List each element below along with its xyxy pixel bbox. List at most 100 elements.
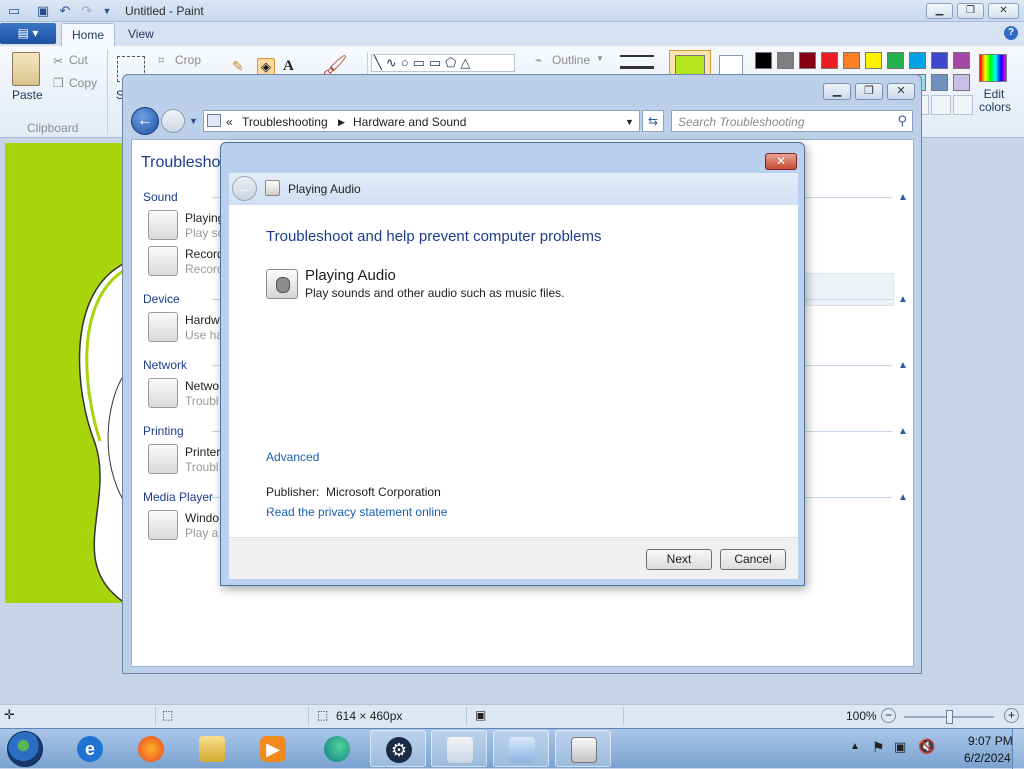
speaker-icon[interactable] — [148, 210, 178, 240]
show-hidden-icons-button[interactable]: ▲ — [850, 741, 860, 752]
custom-color-slot[interactable] — [931, 95, 951, 115]
breadcrumb-separator-icon[interactable]: ▶ — [338, 117, 345, 128]
palette-swatch[interactable] — [865, 52, 882, 69]
recent-pages-dropdown-icon[interactable]: ▼ — [189, 116, 198, 126]
taskbar-media-player[interactable]: ▶ — [245, 730, 301, 767]
tab-home[interactable]: Home — [61, 23, 116, 46]
media-player-icon[interactable] — [148, 510, 178, 540]
paint-close-button[interactable]: ✕ — [988, 3, 1019, 19]
outline-icon[interactable]: ⌁ — [535, 53, 542, 67]
palette-swatch[interactable] — [931, 74, 948, 91]
palette-swatch[interactable] — [953, 52, 970, 69]
palette-swatch[interactable] — [953, 74, 970, 91]
breadcrumb-troubleshooting[interactable]: Troubleshooting — [242, 115, 328, 129]
palette-swatch[interactable] — [799, 52, 816, 69]
taskbar-file-explorer[interactable] — [184, 730, 240, 767]
paint-canvas[interactable] — [5, 143, 125, 603]
collapse-chevron-icon[interactable]: ▲ — [898, 492, 908, 503]
cancel-button[interactable]: Cancel — [720, 549, 786, 570]
palette-swatch[interactable] — [777, 52, 794, 69]
breadcrumb-hardware-and-sound[interactable]: Hardware and Sound — [353, 115, 466, 129]
refresh-button[interactable]: ⇆ — [642, 110, 664, 132]
cut-button[interactable]: Cut — [69, 53, 88, 67]
hardware-device-icon[interactable] — [148, 312, 178, 342]
zoom-in-button[interactable]: + — [1004, 708, 1019, 723]
tab-view[interactable]: View — [118, 23, 164, 46]
clock-time[interactable]: 9:07 PM — [968, 734, 1013, 748]
search-troubleshooting-input[interactable]: Search Troubleshooting ⚲ — [671, 110, 913, 132]
item-recording-audio[interactable]: Record — [185, 247, 224, 261]
save-icon[interactable]: ▣ — [35, 3, 51, 19]
taskbar-troubleshooter[interactable] — [555, 730, 611, 767]
taskbar-control-panel[interactable] — [493, 730, 549, 767]
item-windows-media-player[interactable]: Windo — [185, 511, 219, 525]
palette-swatch[interactable] — [755, 52, 772, 69]
dialog-back-button[interactable]: ← — [232, 176, 257, 201]
next-button[interactable]: Next — [646, 549, 712, 570]
volume-muted-icon[interactable]: 🔇 — [918, 738, 935, 755]
outline-dropdown-arrow-icon[interactable]: ▼ — [596, 54, 604, 63]
advanced-link[interactable]: Advanced — [266, 450, 319, 464]
explorer-back-button[interactable]: ← — [131, 107, 159, 135]
action-center-flag-icon[interactable]: ⚑ — [872, 739, 885, 756]
address-bar[interactable]: « Troubleshooting ▶ Hardware and Sound ▼ — [203, 110, 640, 132]
network-status-icon[interactable]: ▣ — [894, 739, 906, 755]
paint-maximize-button[interactable]: ❐ — [957, 3, 984, 19]
start-button[interactable] — [7, 731, 43, 767]
crop-button[interactable]: Crop — [175, 53, 201, 67]
paste-button[interactable]: Paste — [12, 88, 43, 102]
item-printer[interactable]: Printer — [185, 445, 220, 459]
clock-date[interactable]: 6/2/2024 — [964, 751, 1011, 765]
palette-swatch[interactable] — [843, 52, 860, 69]
paint-minimize-button[interactable]: ▁ — [926, 3, 953, 19]
size-icon[interactable] — [620, 55, 654, 69]
redo-icon[interactable]: ↷ — [79, 3, 95, 19]
undo-icon[interactable]: ↶ — [57, 3, 73, 19]
help-icon[interactable]: ? — [1004, 26, 1018, 40]
collapse-chevron-icon[interactable]: ▲ — [898, 294, 908, 305]
explorer-close-button[interactable]: ✕ — [887, 83, 915, 100]
item-network-adapter[interactable]: Netwo — [185, 379, 219, 393]
copy-icon[interactable]: ❐ — [53, 76, 64, 90]
collapse-chevron-icon[interactable]: ▲ — [898, 360, 908, 371]
cut-icon[interactable]: ✂ — [53, 54, 63, 68]
collapse-chevron-icon[interactable]: ▲ — [898, 426, 908, 437]
shapes-gallery[interactable]: ╲∿○▭▭⬠△ — [371, 54, 515, 72]
item-playing-audio[interactable]: Playing — [185, 211, 224, 225]
printer-icon[interactable] — [148, 444, 178, 474]
paste-icon[interactable] — [12, 52, 40, 86]
address-dropdown-icon[interactable]: ▼ — [625, 117, 634, 127]
dialog-nav-bar: ← Playing Audio — [229, 173, 798, 205]
quick-access-dropdown-icon[interactable]: ▼ — [99, 3, 115, 19]
taskbar-edge[interactable] — [309, 730, 365, 767]
taskbar-steam[interactable]: ⚙ — [370, 730, 426, 767]
collapse-chevron-icon[interactable]: ▲ — [898, 192, 908, 203]
taskbar-internet-explorer[interactable]: e — [62, 730, 118, 767]
privacy-statement-link[interactable]: Read the privacy statement online — [266, 505, 447, 519]
zoom-out-button[interactable]: − — [881, 708, 896, 723]
item-hardware-devices[interactable]: Hardw — [185, 313, 220, 327]
breadcrumb-overflow[interactable]: « — [226, 115, 233, 129]
microphone-icon[interactable] — [148, 246, 178, 276]
crop-icon[interactable]: ⌗ — [158, 53, 165, 68]
palette-swatch[interactable] — [909, 52, 926, 69]
edit-colors-button[interactable]: Edit colors — [979, 88, 1011, 114]
paint-file-menu-button[interactable]: ▤ ▾ — [0, 23, 56, 44]
palette-swatch[interactable] — [931, 52, 948, 69]
explorer-minimize-button[interactable]: ▁ — [823, 83, 851, 100]
dialog-close-button[interactable]: ✕ — [765, 153, 797, 170]
search-icon[interactable]: ⚲ — [897, 113, 907, 129]
edit-colors-icon[interactable] — [979, 54, 1007, 82]
copy-button[interactable]: Copy — [69, 76, 97, 90]
network-icon[interactable] — [148, 378, 178, 408]
explorer-maximize-button[interactable]: ❐ — [855, 83, 883, 100]
palette-swatch[interactable] — [821, 52, 838, 69]
palette-swatch[interactable] — [887, 52, 904, 69]
taskbar-firefox[interactable] — [123, 730, 179, 767]
zoom-slider-thumb[interactable] — [946, 710, 953, 724]
outline-dropdown[interactable]: Outline — [552, 53, 590, 67]
taskbar-paint[interactable] — [431, 730, 487, 767]
show-desktop-button[interactable] — [1012, 729, 1024, 769]
custom-color-slot[interactable] — [953, 95, 973, 115]
explorer-forward-button[interactable] — [161, 109, 185, 133]
